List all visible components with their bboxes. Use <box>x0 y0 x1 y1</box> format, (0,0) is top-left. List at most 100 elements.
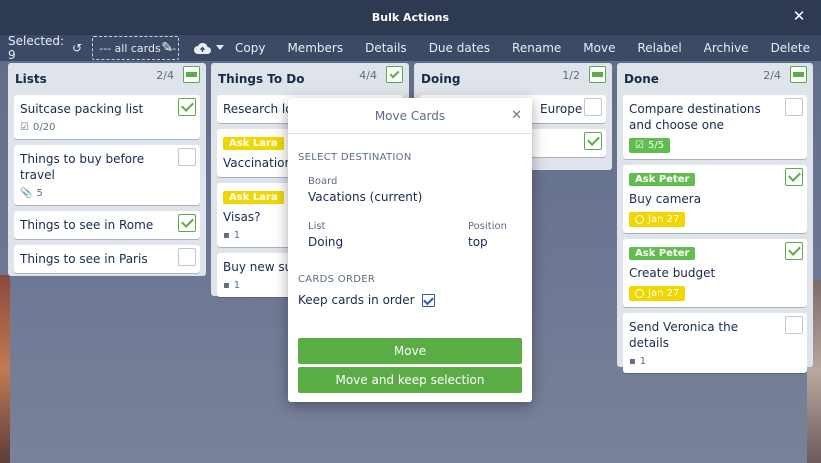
cloud-upload-icon[interactable] <box>193 38 212 58</box>
list-header: Things To Do 4/4 <box>217 63 403 95</box>
section-cards-order: CARDS ORDER <box>298 274 376 285</box>
card[interactable]: Things to see in Paris <box>14 245 200 273</box>
card-title: Create budget <box>629 266 716 280</box>
window-title: Bulk Actions <box>371 11 450 24</box>
list-count: 2/4 <box>763 69 781 82</box>
card-select-checkbox[interactable] <box>178 148 196 166</box>
checklist-icon: ☑ <box>20 122 29 133</box>
list-title: Things To Do <box>218 72 305 86</box>
list-count: 2/4 <box>156 69 174 82</box>
checklist-complete-badge: ☑ 5/5 <box>629 138 671 153</box>
list-header: Doing 1/2 <box>420 63 606 95</box>
card-select-checkbox[interactable] <box>178 214 196 232</box>
comment-icon: ▪ <box>629 356 636 367</box>
board-field[interactable]: Board Vacations (current) <box>308 176 422 204</box>
card-badges: Jan 27 <box>629 212 777 227</box>
paperclip-icon: 📎 <box>20 188 33 199</box>
list-select-checkbox[interactable] <box>589 66 606 83</box>
card-title: Suitcase packing list <box>20 102 144 116</box>
list-label: List <box>308 221 326 232</box>
members-button[interactable]: Members <box>276 41 354 55</box>
details-button[interactable]: Details <box>354 41 418 55</box>
card-select-checkbox[interactable] <box>584 132 602 150</box>
card-badges: ▪ 1 <box>629 356 777 367</box>
list-title: Lists <box>15 72 47 86</box>
archive-button[interactable]: Archive <box>693 41 760 55</box>
card-title: Buy camera <box>629 192 702 206</box>
card[interactable]: Compare destinations and choose one ☑ 5/… <box>623 95 807 159</box>
card-label: Ask Peter <box>629 247 696 260</box>
card-select-checkbox[interactable] <box>785 242 803 260</box>
chevron-down-icon <box>216 45 225 50</box>
position-field[interactable]: Position top <box>468 221 507 249</box>
card[interactable]: Things to see in Rome <box>14 211 200 239</box>
list-header: Lists 2/4 <box>14 63 200 95</box>
card[interactable]: Ask Peter Create budget Jan 27 <box>623 239 807 307</box>
keep-order-checkbox[interactable] <box>422 294 436 307</box>
list-lists: Lists 2/4 Suitcase packing list ☑ 0/20 T… <box>8 63 206 276</box>
card-filter-dropdown[interactable]: --- all cards --- ✎ <box>92 36 225 60</box>
card-select-checkbox[interactable] <box>785 98 803 116</box>
comment-icon: ▪ <box>223 280 230 291</box>
list-header: Done 2/4 <box>623 63 807 95</box>
card[interactable]: Things to buy before travel 📎 5 <box>14 145 200 205</box>
list-field[interactable]: List Doing <box>308 221 343 249</box>
card-select-checkbox[interactable] <box>178 98 196 116</box>
card-title: Compare destinations and choose one <box>629 102 761 132</box>
card[interactable]: Suitcase packing list ☑ 0/20 <box>14 95 200 139</box>
card-select-checkbox[interactable] <box>584 98 602 116</box>
bulk-actions: Copy Members Details Due dates Rename Mo… <box>224 41 821 55</box>
close-icon[interactable]: ✕ <box>791 8 807 24</box>
background-left <box>0 275 10 463</box>
move-cards-dialog: Move Cards ✕ SELECT DESTINATION Board Va… <box>288 98 532 402</box>
list-select-checkbox[interactable] <box>386 66 403 83</box>
clock-icon <box>635 215 644 224</box>
due-dates-button[interactable]: Due dates <box>418 41 501 55</box>
card[interactable]: Ask Peter Buy camera Jan 27 <box>623 165 807 233</box>
list-done: Done 2/4 Compare destinations and choose… <box>617 63 813 373</box>
move-keep-selection-button[interactable]: Move and keep selection <box>298 367 522 393</box>
section-select-destination: SELECT DESTINATION <box>298 152 412 163</box>
card-title: Things to see in Paris <box>20 252 148 266</box>
list-select-checkbox[interactable] <box>183 66 200 83</box>
card-title: Things to buy before travel <box>20 152 145 182</box>
list-title: Doing <box>421 72 461 86</box>
copy-button[interactable]: Copy <box>224 41 276 55</box>
due-date-badge: Jan 27 <box>629 212 686 227</box>
card-badges: Jan 27 <box>629 286 777 301</box>
card[interactable]: Send Veronica the details ▪ 1 <box>623 313 807 373</box>
relabel-button[interactable]: Relabel <box>626 41 692 55</box>
position-value: top <box>468 235 488 249</box>
move-button[interactable]: Move <box>572 41 626 55</box>
close-icon[interactable]: ✕ <box>511 108 522 123</box>
dialog-title: Move Cards <box>374 108 446 123</box>
comment-count: 1 <box>233 230 241 241</box>
title-bar: Bulk Actions ✕ <box>0 0 821 35</box>
clock-icon <box>635 289 644 298</box>
card-title: Send Veronica the details <box>629 320 739 350</box>
card-select-checkbox[interactable] <box>178 248 196 266</box>
keep-order-label: Keep cards in order <box>298 293 415 307</box>
rename-button[interactable]: Rename <box>501 41 572 55</box>
refresh-icon[interactable]: ↺ <box>72 41 82 55</box>
attachment-count: 5 <box>36 188 43 199</box>
due-date-badge: Jan 27 <box>629 286 686 301</box>
pencil-icon[interactable]: ✎ <box>161 40 173 56</box>
list-count: 4/4 <box>359 69 377 82</box>
card-select-checkbox[interactable] <box>785 316 803 334</box>
card-label: Ask Peter <box>629 173 696 186</box>
card-title: Things to see in Rome <box>20 218 154 232</box>
card-label: Ask Lara <box>223 191 284 204</box>
move-submit-button[interactable]: Move <box>298 338 522 364</box>
card-select-checkbox[interactable] <box>785 168 803 186</box>
dialog-header: Move Cards ✕ <box>288 98 532 134</box>
list-select-checkbox[interactable] <box>790 66 807 83</box>
list-value: Doing <box>308 235 344 249</box>
keep-order-row: Keep cards in order <box>298 293 436 307</box>
card-label: Ask Lara <box>223 137 284 150</box>
delete-button[interactable]: Delete <box>760 41 821 55</box>
card-badges: 📎 5 <box>20 188 170 199</box>
checklist-icon: ☑ <box>635 140 644 151</box>
comment-icon: ▪ <box>223 230 230 241</box>
card-badges: ☑ 0/20 <box>20 122 170 133</box>
